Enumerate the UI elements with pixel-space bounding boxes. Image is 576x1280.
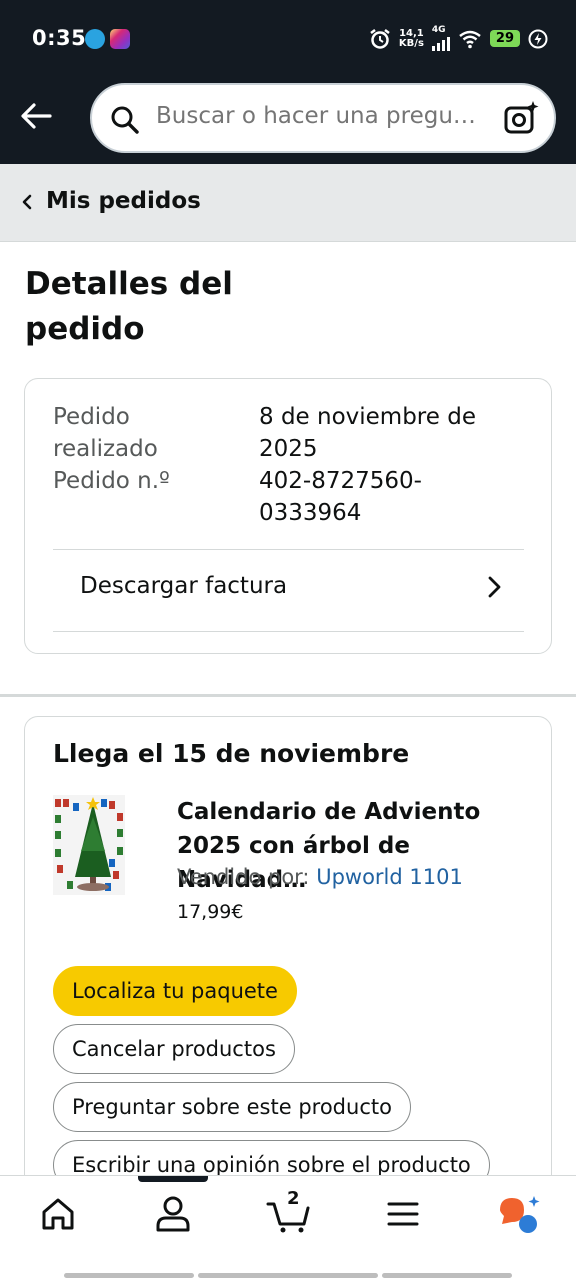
camera-search-icon[interactable] (502, 99, 540, 137)
signal-icon (431, 35, 450, 51)
bottom-navigation: 2 (0, 1175, 576, 1280)
order-placed-value: 8 de noviembre de 2025 (259, 404, 476, 462)
instagram-icon (110, 29, 130, 49)
cancel-items-button[interactable]: Cancelar productos (53, 1024, 295, 1074)
sold-by: Vendido por: Upworld 1101 (177, 865, 463, 889)
download-invoice-label: Descargar factura (80, 573, 288, 599)
back-arrow-icon[interactable] (18, 98, 54, 134)
chevron-right-icon (488, 576, 501, 598)
breadcrumb[interactable]: Mis pedidos (0, 164, 576, 242)
rufus-assistant-icon[interactable] (496, 1194, 542, 1236)
network-speed-unit: KB/s (398, 37, 424, 49)
battery-indicator: 29 (489, 30, 520, 47)
cart-count-badge: 2 (287, 1188, 300, 1209)
active-tab-indicator (138, 1176, 208, 1182)
gesture-bar (198, 1273, 378, 1278)
shipment-card: Llega el 15 de noviembre Calendario de A… (24, 716, 552, 1216)
account-icon[interactable] (153, 1194, 193, 1234)
product-image[interactable] (53, 795, 125, 895)
seller-link[interactable]: Upworld 1101 (316, 865, 463, 889)
alarm-icon (370, 28, 390, 49)
search-bar[interactable] (90, 83, 556, 153)
breadcrumb-label[interactable]: Mis pedidos (46, 188, 201, 214)
ask-product-question-button[interactable]: Preguntar sobre este producto (53, 1082, 411, 1132)
search-input[interactable] (156, 103, 486, 129)
order-number-value: 402-8727560-0333964 (259, 468, 422, 526)
wifi-icon (459, 30, 481, 48)
divider (53, 549, 524, 550)
delivery-date-title: Llega el 15 de noviembre (53, 739, 410, 768)
gesture-bar (64, 1273, 194, 1278)
order-details-card: Pedido realizado 8 de noviembre de 2025 … (24, 378, 552, 654)
search-header (0, 80, 576, 164)
section-divider (0, 694, 576, 697)
page-title: Detalles del pedido (25, 266, 233, 347)
gesture-bar (382, 1273, 512, 1278)
divider (53, 631, 524, 632)
order-placed-label: Pedido realizado (53, 404, 158, 462)
order-number-label: Pedido n.º (53, 468, 170, 494)
status-bar: 0:35 14,1 KB/s 4G 29 (0, 0, 576, 80)
telegram-icon (85, 29, 105, 49)
home-icon[interactable] (38, 1194, 78, 1234)
menu-icon[interactable] (383, 1194, 423, 1234)
status-time: 0:35 (32, 26, 87, 50)
chevron-left-icon (22, 194, 32, 210)
network-speed-value: 14,1 (399, 27, 424, 39)
product-price: 17,99€ (177, 901, 244, 923)
download-invoice-link[interactable]: Descargar factura (53, 551, 524, 631)
sold-by-label: Vendido por: (177, 865, 310, 889)
network-type: 4G (431, 25, 446, 35)
status-indicators: 14,1 KB/s 4G 29 (369, 26, 548, 51)
charging-icon (528, 29, 548, 48)
search-icon (111, 106, 139, 134)
track-package-button[interactable]: Localiza tu paquete (53, 966, 297, 1016)
network-speed: 14,1 KB/s (398, 27, 424, 49)
